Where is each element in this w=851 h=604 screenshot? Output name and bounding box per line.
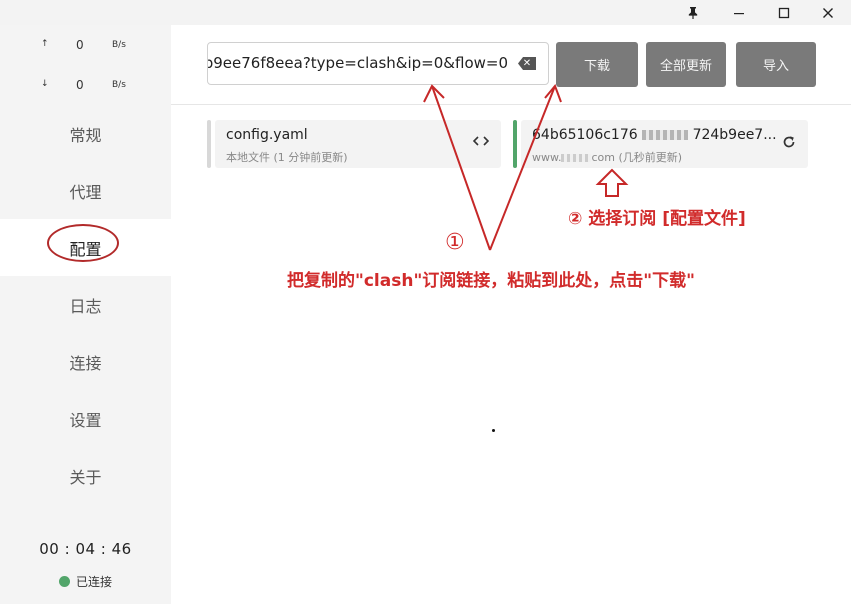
subscription-url-input[interactable]: 4b9ee76f8eea?type=clash&ip=0&flow=0 ✕ [207,42,549,85]
sidebar-item-label: 常规 [69,125,102,145]
sidebar-nav: 常规 代理 配置 日志 连接 设置 关于 [0,105,171,504]
profile-title: 64b65106c176 724b9ee7... [532,127,777,143]
upload-arrow-icon: ↑ [41,39,49,49]
status-dot-icon [58,576,70,587]
uptime-timer: 00 : 04 : 46 [39,540,132,558]
sidebar-item-label: 设置 [69,410,102,430]
profile-title: config.yaml [226,127,308,143]
upload-unit: B/s [112,40,126,50]
sidebar-item-connections[interactable]: 连接 [0,333,171,390]
profile-card-subscription[interactable]: 64b65106c176 724b9ee7... www. com (几秒前更新) [513,120,808,168]
close-button[interactable] [808,0,848,25]
profile-active-indicator [513,120,517,168]
redacted-text [561,154,592,162]
sidebar-item-label: 日志 [69,296,102,316]
import-button[interactable]: 导入 [736,42,816,87]
profile-subtitle-prefix: www. [532,151,562,164]
upload-speed: ↑ 0 B/s [0,36,171,56]
download-arrow-icon: ↓ [41,79,49,89]
stray-dot [492,429,495,432]
profile-subtitle: www. com (几秒前更新) [532,149,682,165]
subscription-url-value[interactable]: 4b9ee76f8eea?type=clash&ip=0&flow=0 [208,54,508,72]
connection-status: 已连接 [0,573,171,590]
sidebar-item-proxy[interactable]: 代理 [0,162,171,219]
annotation-step2-text: ② 选择订阅 [配置文件] [568,209,746,229]
sidebar-item-profiles[interactable]: 配置 [0,219,171,276]
pin-icon[interactable] [673,0,713,25]
sidebar-item-label: 关于 [69,467,102,487]
clear-input-icon[interactable]: ✕ [518,57,536,70]
sidebar-item-logs[interactable]: 日志 [0,276,171,333]
annotation-step1-number: ① [445,230,465,255]
sidebar-item-about[interactable]: 关于 [0,447,171,504]
sidebar-item-label: 配置 [69,239,102,259]
sidebar: ↑ 0 B/s ↓ 0 B/s 常规 代理 配置 日志 连接 设置 关于 00 … [0,25,171,604]
maximize-button[interactable] [764,0,804,25]
title-bar [0,0,851,25]
download-button[interactable]: 下载 [556,42,638,87]
download-value: 0 [76,78,84,92]
profile-subtitle-suffix: com (几秒前更新) [591,151,683,164]
upload-value: 0 [76,38,84,52]
annotation-step1-text: 把复制的"clash"订阅链接，粘贴到此处，点击"下载" [287,271,696,291]
minimize-button[interactable] [719,0,759,25]
traffic-panel: ↑ 0 B/s ↓ 0 B/s [0,25,171,105]
profile-indicator [207,120,211,168]
sidebar-item-label: 代理 [69,182,102,202]
sidebar-item-general[interactable]: 常规 [0,105,171,162]
refresh-icon[interactable] [782,135,796,153]
update-all-button[interactable]: 全部更新 [646,42,726,87]
profile-title-prefix: 64b65106c176 [532,127,638,143]
edit-code-icon[interactable] [472,135,490,151]
download-unit: B/s [112,80,126,90]
connection-status-label: 已连接 [75,575,112,589]
profile-card-local[interactable]: config.yaml 本地文件 (1 分钟前更新) [207,120,501,168]
profile-toolbar: 4b9ee76f8eea?type=clash&ip=0&flow=0 ✕ 下载… [171,25,851,105]
download-speed: ↓ 0 B/s [0,76,171,96]
profile-subtitle: 本地文件 (1 分钟前更新) [226,151,348,164]
main-panel: 4b9ee76f8eea?type=clash&ip=0&flow=0 ✕ 下载… [171,25,851,604]
sidebar-item-label: 连接 [69,353,102,373]
sidebar-item-settings[interactable]: 设置 [0,390,171,447]
redacted-text [642,130,689,140]
profile-title-suffix: 724b9ee7... [692,127,777,143]
